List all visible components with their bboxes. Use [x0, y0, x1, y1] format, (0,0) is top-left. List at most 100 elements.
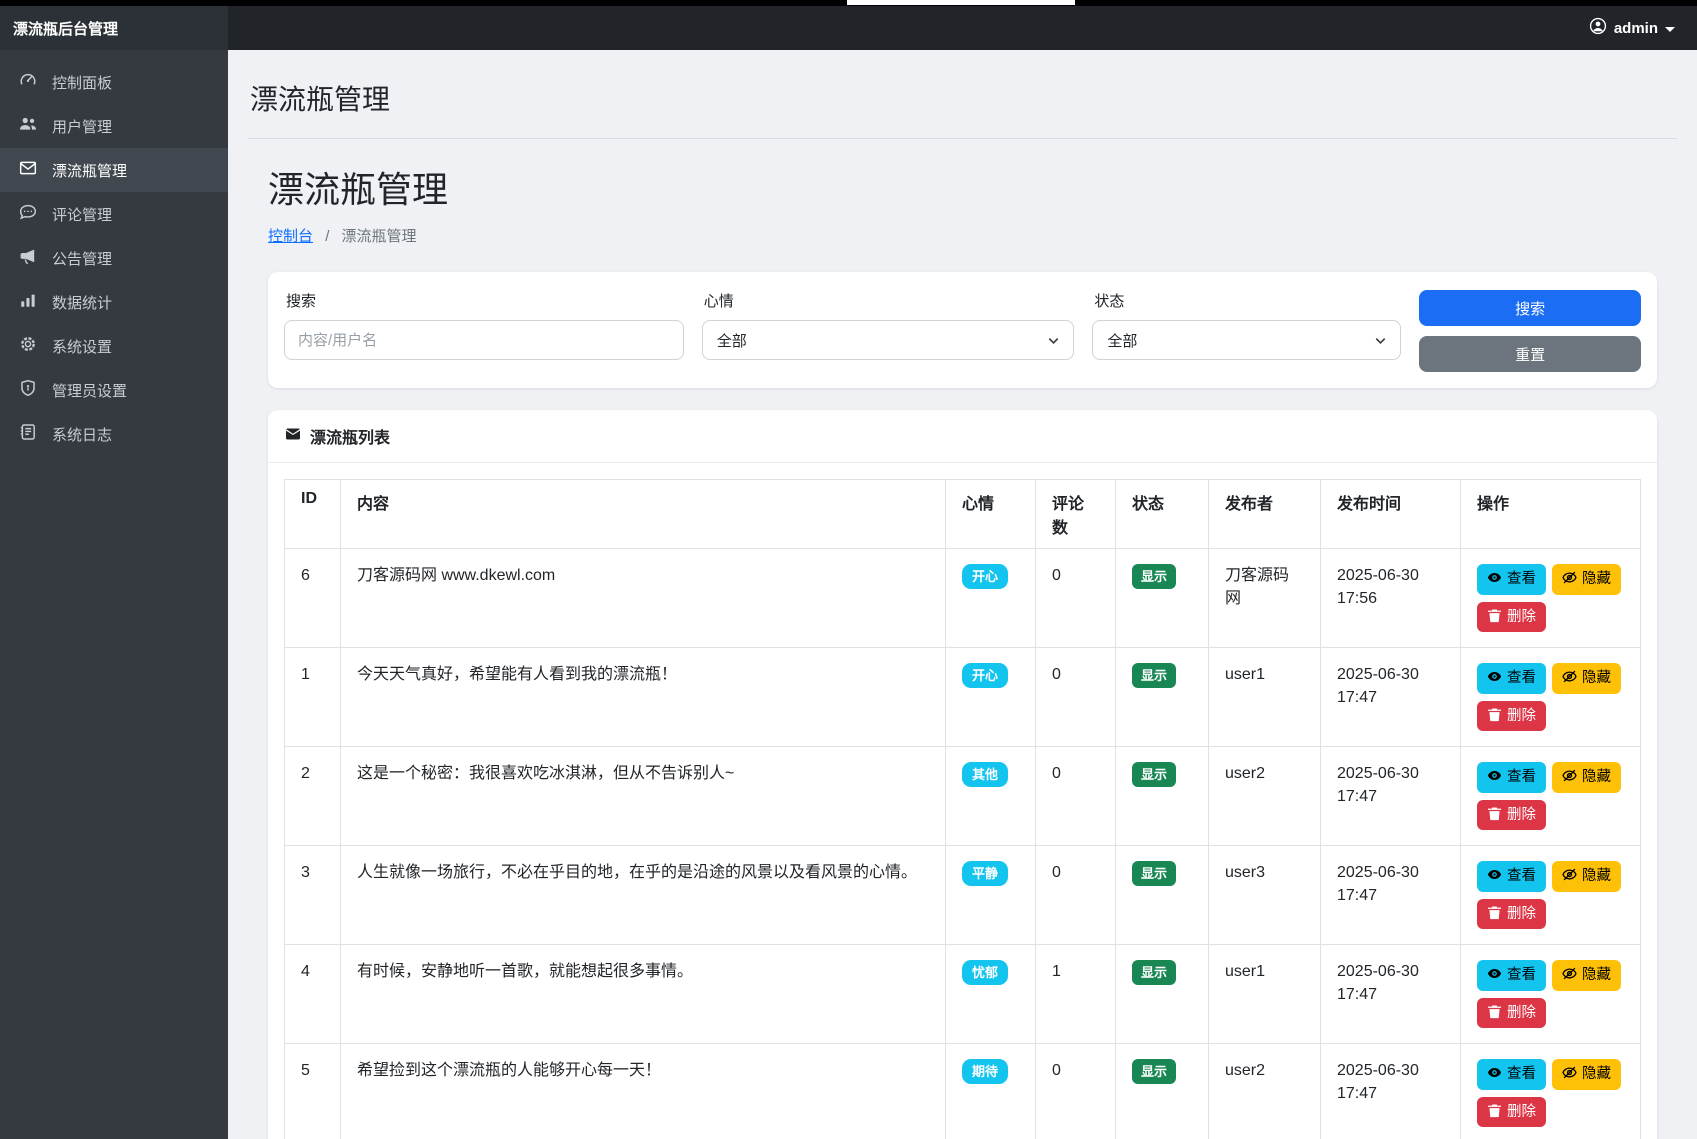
hide-button[interactable]: 隐藏	[1552, 762, 1621, 793]
eye-icon	[1487, 669, 1502, 688]
status-badge: 显示	[1132, 762, 1176, 787]
delete-button[interactable]: 删除	[1477, 1097, 1546, 1128]
cell-status: 显示	[1116, 846, 1209, 945]
sidebar: 控制面板 用户管理 漂流瓶管理 评论管理 公告管理 数据统计 系统设置 管理员	[0, 50, 228, 1139]
main-content: 漂流瓶管理 漂流瓶管理 控制台 / 漂流瓶管理 搜索	[228, 50, 1697, 1139]
status-badge: 显示	[1132, 564, 1176, 589]
user-menu[interactable]: admin	[1589, 17, 1697, 40]
chevron-down-icon	[1046, 333, 1061, 348]
cell-id: 4	[285, 945, 341, 1044]
cell-time: 2025-06-30 17:56	[1321, 549, 1461, 648]
mood-label: 心情	[704, 290, 1075, 311]
delete-button[interactable]: 删除	[1477, 899, 1546, 930]
view-button[interactable]: 查看	[1477, 1059, 1546, 1090]
cell-status: 显示	[1116, 1044, 1209, 1139]
cell-time: 2025-06-30 17:47	[1321, 846, 1461, 945]
sidebar-item-dashboard[interactable]: 控制面板	[0, 60, 228, 104]
cell-mood: 平静	[946, 846, 1036, 945]
view-button[interactable]: 查看	[1477, 564, 1546, 595]
sidebar-item-announcements[interactable]: 公告管理	[0, 236, 228, 280]
sidebar-item-label: 数据统计	[52, 292, 112, 313]
cell-author: user2	[1209, 1044, 1321, 1139]
reset-button[interactable]: 重置	[1419, 336, 1641, 372]
mood-select[interactable]: 全部	[702, 320, 1075, 360]
delete-button[interactable]: 删除	[1477, 701, 1546, 732]
cell-comments: 0	[1036, 648, 1116, 747]
cell-mood: 其他	[946, 747, 1036, 846]
megaphone-icon	[19, 247, 37, 269]
sidebar-item-logs[interactable]: 系统日志	[0, 412, 228, 456]
top-navbar: 漂流瓶后台管理 admin	[0, 6, 1697, 50]
delete-button[interactable]: 删除	[1477, 602, 1546, 633]
bottle-table: ID 内容 心情 评论数 状态 发布者 发布时间 操作	[284, 479, 1641, 1139]
sidebar-item-label: 控制面板	[52, 72, 112, 93]
page-title: 漂流瓶管理	[268, 161, 1657, 213]
view-button[interactable]: 查看	[1477, 762, 1546, 793]
window-top-strip	[0, 0, 1697, 6]
hide-button[interactable]: 隐藏	[1552, 960, 1621, 991]
caret-down-icon	[1665, 27, 1675, 32]
cell-author: user1	[1209, 648, 1321, 747]
eye-icon	[1487, 1065, 1502, 1084]
cell-comments: 0	[1036, 1044, 1116, 1139]
delete-button[interactable]: 删除	[1477, 998, 1546, 1029]
breadcrumb: 控制台 / 漂流瓶管理	[268, 225, 1657, 246]
view-button[interactable]: 查看	[1477, 663, 1546, 694]
col-id: ID	[285, 480, 341, 549]
col-content: 内容	[341, 480, 946, 549]
hide-button[interactable]: 隐藏	[1552, 1059, 1621, 1090]
brand-area: 漂流瓶后台管理	[0, 6, 228, 50]
sidebar-item-users[interactable]: 用户管理	[0, 104, 228, 148]
cell-author: 刀客源码网	[1209, 549, 1321, 648]
envelope-fill-icon	[285, 426, 301, 447]
chat-dots-icon	[19, 203, 37, 225]
eye-slash-icon	[1562, 570, 1577, 589]
eye-slash-icon	[1562, 867, 1577, 886]
cell-id: 3	[285, 846, 341, 945]
view-button[interactable]: 查看	[1477, 960, 1546, 991]
shield-icon	[19, 379, 37, 401]
search-input[interactable]	[284, 320, 684, 360]
cell-content: 今天天气真好，希望能有人看到我的漂流瓶！	[341, 648, 946, 747]
sidebar-item-statistics[interactable]: 数据统计	[0, 280, 228, 324]
bottle-list-card: 漂流瓶列表 ID 内容 心情	[268, 410, 1657, 1139]
cell-time: 2025-06-30 17:47	[1321, 945, 1461, 1044]
sidebar-item-admin-settings[interactable]: 管理员设置	[0, 368, 228, 412]
sidebar-item-comments[interactable]: 评论管理	[0, 192, 228, 236]
breadcrumb-link-console[interactable]: 控制台	[268, 228, 313, 245]
mood-badge: 其他	[962, 762, 1008, 787]
envelope-icon	[19, 159, 37, 181]
mood-badge: 开心	[962, 663, 1008, 688]
eye-icon	[1487, 768, 1502, 787]
search-button[interactable]: 搜索	[1419, 290, 1641, 326]
hide-button[interactable]: 隐藏	[1552, 564, 1621, 595]
search-label: 搜索	[286, 290, 684, 311]
breadcrumb-separator: /	[325, 228, 329, 245]
cell-content: 刀客源码网 www.dkewl.com	[341, 549, 946, 648]
sidebar-item-label: 管理员设置	[52, 380, 127, 401]
mood-badge: 期待	[962, 1059, 1008, 1084]
cell-comments: 0	[1036, 549, 1116, 648]
eye-slash-icon	[1562, 768, 1577, 787]
cell-mood: 开心	[946, 648, 1036, 747]
cell-content: 有时候，安静地听一首歌，就能想起很多事情。	[341, 945, 946, 1044]
status-select[interactable]: 全部	[1092, 320, 1401, 360]
hide-button[interactable]: 隐藏	[1552, 861, 1621, 892]
mood-badge: 忧郁	[962, 960, 1008, 985]
eye-icon	[1487, 570, 1502, 589]
person-circle-icon	[1589, 17, 1607, 40]
view-button[interactable]: 查看	[1477, 861, 1546, 892]
sidebar-item-settings[interactable]: 系统设置	[0, 324, 228, 368]
hide-button[interactable]: 隐藏	[1552, 663, 1621, 694]
cell-content: 人生就像一场旅行，不必在乎目的地，在乎的是沿途的风景以及看风景的心情。	[341, 846, 946, 945]
col-comments: 评论数	[1036, 480, 1116, 549]
cell-mood: 期待	[946, 1044, 1036, 1139]
table-row: 4 有时候，安静地听一首歌，就能想起很多事情。 忧郁 1 显示 user1 20…	[285, 945, 1641, 1044]
delete-button[interactable]: 删除	[1477, 800, 1546, 831]
col-actions: 操作	[1461, 480, 1641, 549]
col-time: 发布时间	[1321, 480, 1461, 549]
cell-id: 1	[285, 648, 341, 747]
cell-content: 这是一个秘密：我很喜欢吃冰淇淋，但从不告诉别人~	[341, 747, 946, 846]
filter-card: 搜索 心情 全部 状态	[268, 272, 1657, 388]
sidebar-item-bottles[interactable]: 漂流瓶管理	[0, 148, 228, 192]
